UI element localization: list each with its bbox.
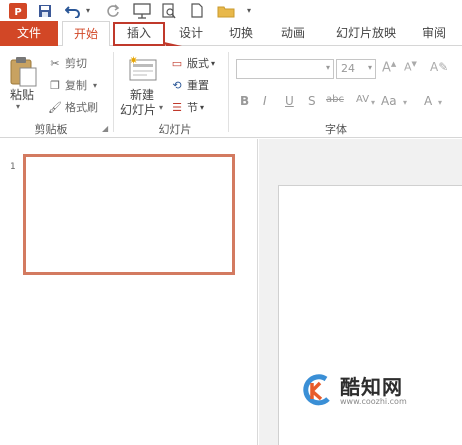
format-painter-label: 格式刷: [65, 101, 98, 114]
font-size-dropdown-icon[interactable]: ▾: [368, 63, 372, 72]
grow-font-icon[interactable]: A▲: [382, 60, 396, 75]
undo-icon[interactable]: [64, 2, 82, 19]
svg-text:P: P: [14, 7, 21, 18]
clipboard-group-label: 剪贴板: [34, 123, 68, 136]
italic-button[interactable]: I: [263, 94, 267, 108]
tab-home[interactable]: 开始: [62, 21, 110, 47]
redo-icon[interactable]: [104, 2, 122, 19]
scissors-icon: ✂: [50, 56, 60, 70]
font-group-label: 字体: [325, 123, 347, 136]
slideshow-icon[interactable]: [132, 2, 152, 19]
watermark-url: www.coozhi.com: [340, 397, 407, 406]
tab-file[interactable]: 文件: [0, 21, 58, 46]
shadow-button[interactable]: S: [308, 94, 316, 108]
cut-label: 剪切: [65, 57, 87, 70]
new-slide-label-2[interactable]: 幻灯片: [120, 101, 156, 118]
font-color-button[interactable]: A: [424, 94, 432, 108]
paste-icon[interactable]: [8, 56, 40, 88]
copy-icon: ❐: [50, 78, 60, 92]
spacing-dropdown-icon[interactable]: ▾: [371, 98, 375, 107]
new-slide-icon[interactable]: ✷: [124, 54, 158, 84]
customize-toolbar-icon[interactable]: ▾: [244, 2, 254, 19]
save-icon[interactable]: [36, 2, 54, 19]
copy-label: 复制: [65, 79, 87, 92]
strikethrough-button[interactable]: abc: [326, 94, 344, 105]
separator: [228, 52, 229, 132]
clipboard-launcher-icon[interactable]: ◢: [102, 124, 108, 133]
reset-label: 重置: [187, 79, 209, 92]
tab-slideshow[interactable]: 幻灯片放映: [324, 21, 408, 46]
font-size-value: 24: [341, 62, 355, 75]
layout-icon: ▭: [171, 56, 183, 70]
ribbon-tabs: 文件 开始 插入 设计 切换 动画 幻灯片放映 审阅: [0, 21, 462, 47]
font-size-combo[interactable]: 24 ▾: [336, 59, 376, 79]
section-label: 节: [187, 101, 198, 114]
font-color-dropdown-icon[interactable]: ▾: [438, 98, 442, 107]
underline-button[interactable]: U: [285, 94, 294, 108]
slides-group-label: 幻灯片: [158, 123, 192, 136]
tab-review[interactable]: 审阅: [412, 21, 456, 46]
watermark-brand: 酷知网: [340, 375, 403, 399]
case-dropdown-icon[interactable]: ▾: [403, 98, 407, 107]
new-slide-dropdown-icon[interactable]: ▾: [159, 103, 163, 112]
brush-icon: 🖌: [48, 100, 62, 114]
separator: [113, 52, 114, 132]
bold-button[interactable]: B: [240, 94, 249, 108]
font-name-dropdown-icon[interactable]: ▾: [326, 63, 330, 72]
reset-icon: ⟲: [172, 78, 182, 92]
format-painter-button[interactable]: 🖌 格式刷: [48, 98, 98, 116]
layout-button[interactable]: ▭ 版式 ▾: [170, 54, 215, 72]
slide-thumbnail[interactable]: [23, 154, 235, 275]
undo-dropdown-icon[interactable]: ▾: [84, 2, 92, 19]
quick-access-toolbar: P ▾ ▾: [0, 0, 462, 21]
copy-dropdown-icon[interactable]: ▾: [93, 81, 97, 90]
font-name-combo[interactable]: ▾: [236, 59, 334, 79]
tab-animations[interactable]: 动画: [268, 21, 318, 46]
paste-dropdown-icon[interactable]: ▾: [16, 102, 20, 111]
svg-text:✷: ✷: [129, 54, 138, 67]
cut-button[interactable]: ✂ 剪切: [48, 54, 87, 72]
clear-formatting-icon[interactable]: A✎: [430, 60, 448, 74]
insert-tab-highlight: [113, 22, 165, 46]
reset-button[interactable]: ⟲ 重置: [170, 76, 209, 94]
new-document-icon[interactable]: [188, 2, 206, 19]
character-spacing-button[interactable]: AV: [356, 94, 369, 105]
section-button[interactable]: ☰ 节 ▾: [170, 98, 204, 116]
slide-number: 1: [10, 162, 16, 172]
print-preview-icon[interactable]: [160, 2, 178, 19]
open-folder-icon[interactable]: [216, 2, 236, 19]
watermark: 酷知网 www.coozhi.com: [300, 371, 450, 411]
section-dropdown-icon: ▾: [200, 102, 205, 112]
layout-dropdown-icon: ▾: [211, 58, 216, 68]
paste-button-label[interactable]: 粘贴: [10, 86, 34, 103]
powerpoint-logo-icon: P: [8, 2, 28, 19]
layout-label: 版式: [187, 57, 209, 70]
coozhi-logo-icon: [303, 374, 330, 406]
change-case-button[interactable]: Aa: [381, 94, 397, 108]
copy-button[interactable]: ❐ 复制 ▾: [48, 76, 97, 94]
section-icon: ☰: [172, 100, 182, 114]
ribbon-home: 粘贴 ▾ ✂ 剪切 ❐ 复制 ▾ 🖌 格式刷 剪贴板 ◢ ✷ 新建 幻灯片 ▾ ▭ 版式 ▾…: [0, 46, 462, 138]
shrink-font-icon[interactable]: A▼: [404, 60, 417, 74]
